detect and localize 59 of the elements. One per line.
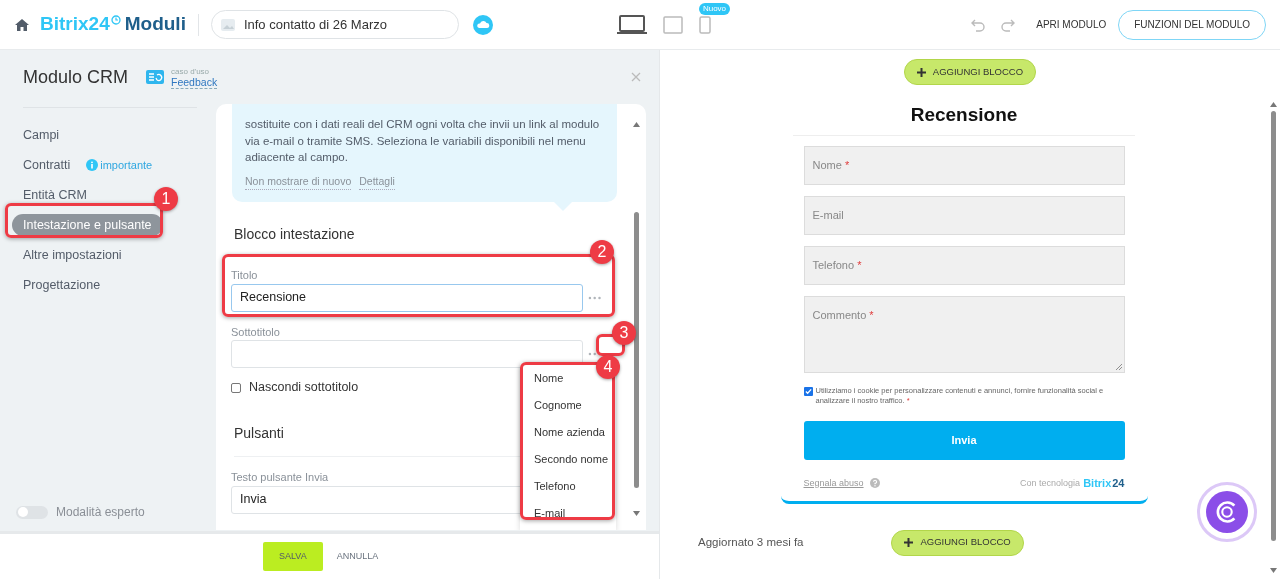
laptop-icon: [616, 14, 647, 35]
field-label: Sottotitolo: [231, 324, 281, 340]
field-label: Titolo: [231, 268, 259, 284]
sidebar-item[interactable]: Altre impostazioni: [12, 245, 133, 265]
menu-item[interactable]: Cognome: [534, 397, 616, 424]
plus-icon: [904, 538, 914, 547]
field-placeholder: E-mail: [812, 208, 844, 224]
save-button[interactable]: SALVA: [263, 542, 323, 571]
add-block-button[interactable]: AGGIUNGI BLOCCO: [891, 529, 1024, 556]
help-icon: [869, 478, 880, 489]
image-icon: [219, 16, 236, 33]
resize-handle-icon: [1115, 364, 1122, 370]
sidebar-item[interactable]: Progettazione: [12, 275, 112, 295]
logo-product: Moduli: [124, 12, 186, 37]
phone-icon: [698, 15, 711, 34]
panel-title: Modulo CRM: [23, 65, 129, 89]
cloud-icon: [472, 14, 493, 35]
sidebar-item[interactable]: Entità CRM: [12, 185, 98, 205]
more-icon: [587, 295, 601, 300]
device-tab[interactable]: [616, 14, 647, 35]
use-case-label: caso d'uso: [171, 65, 211, 77]
title-field[interactable]: Recensione: [231, 283, 583, 312]
hint-text: sostituite con i dati reali del CRM ogni volta che invii un link al modulo via e-mail o tramite SMS. Seleziona le variabili disponibili nel menu adiacente al campo.: [245, 117, 601, 165]
expert-mode-label: Modalità esperto: [56, 504, 145, 521]
sidebar-item[interactable]: Contratti: [12, 155, 82, 175]
updated-text: Aggiornato 3 mesi fa: [698, 535, 804, 551]
form-title: Recensione: [910, 103, 1018, 127]
scroll-up-icon: [633, 122, 640, 127]
scroll-down-icon: [633, 511, 640, 516]
cancel-button[interactable]: ANNULLA: [336, 549, 379, 564]
form-field[interactable]: Telefono *: [803, 246, 1125, 285]
logo-brand: Bitrix24: [40, 12, 110, 37]
field-placeholder: Nome *: [812, 158, 850, 174]
field-placeholder: Commento *: [812, 309, 874, 321]
assistant-button[interactable]: [1197, 482, 1257, 542]
clock-icon: [110, 14, 121, 25]
feedback-link[interactable]: Feedback: [171, 76, 218, 89]
expert-mode-toggle[interactable]: [16, 505, 48, 519]
new-badge: Nuovo: [698, 2, 731, 15]
sidebar-item[interactable]: Campi: [12, 125, 71, 145]
comment-field[interactable]: Commento *: [803, 296, 1125, 373]
section-heading: Blocco intestazione: [234, 225, 356, 245]
add-block-button[interactable]: AGGIUNGI BLOCCO: [903, 59, 1037, 85]
field-placeholder: Telefono *: [812, 258, 862, 274]
form-field[interactable]: Nome *: [803, 146, 1125, 185]
hide-subtitle-checkbox[interactable]: [231, 382, 241, 393]
scroll-down-icon: [1270, 568, 1277, 573]
brand-logo: Bitrix24: [1083, 476, 1125, 491]
checkbox-label: Nascondi sottotitolo: [249, 379, 359, 397]
home-icon: [14, 16, 30, 33]
feedback-icon: [146, 70, 165, 84]
tablet-icon: [662, 15, 683, 34]
info-icon: [86, 159, 99, 171]
scroll-up-icon: [1270, 102, 1277, 107]
close-icon: [631, 72, 641, 82]
powered-by-text: Con tecnologia: [1020, 476, 1081, 490]
plus-icon: [916, 67, 926, 77]
open-form-link[interactable]: APRI MODULO: [1036, 17, 1107, 32]
consent-checkbox[interactable]: [803, 387, 813, 396]
